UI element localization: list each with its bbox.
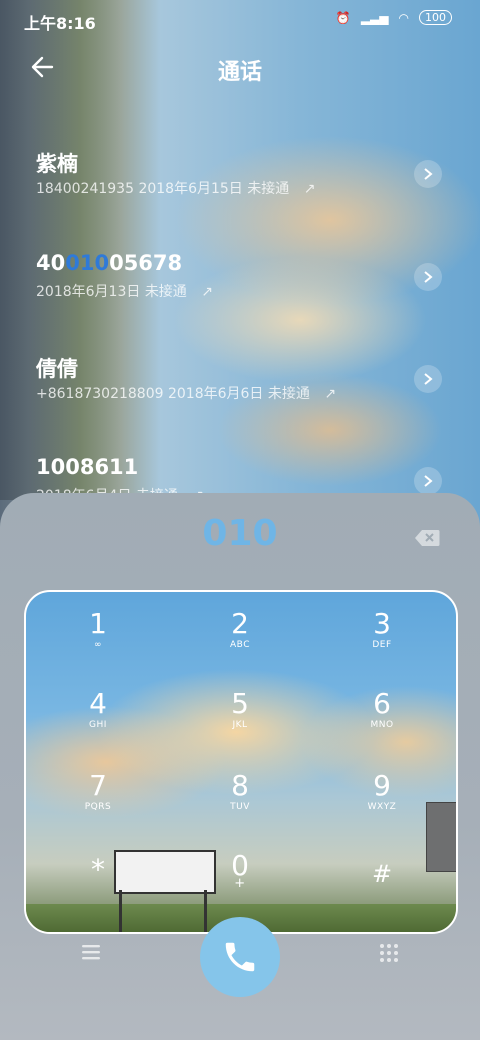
key-digit: # bbox=[371, 860, 393, 888]
dialpad: 1 ∞ 2 ABC 3 DEF 4 GHI 5 JKL 6 MNO 7 PQRS… bbox=[24, 590, 458, 934]
key-6[interactable]: 6 MNO bbox=[332, 688, 432, 768]
key-digit: 5 bbox=[231, 687, 249, 720]
voicemail-icon: ∞ bbox=[94, 640, 102, 650]
battery-indicator: 100 bbox=[419, 10, 452, 25]
key-letters: DEF bbox=[372, 640, 392, 650]
call-date: 2018年6月13日 bbox=[36, 284, 141, 300]
key-5[interactable]: 5 JKL bbox=[190, 688, 290, 768]
key-letters: TUV bbox=[230, 802, 250, 812]
status-icons: ⏰ ▂▃▅ ◠ 100 bbox=[336, 10, 452, 25]
key-letters: GHI bbox=[89, 720, 107, 730]
status-bar: 上午8:16 ⏰ ▂▃▅ ◠ 100 bbox=[24, 10, 452, 34]
dialed-number: 010 bbox=[202, 513, 278, 554]
key-digit: 7 bbox=[89, 769, 107, 802]
key-letters: PQRS bbox=[84, 802, 112, 812]
dialer-panel: 010 1 ∞ 2 ABC 3 DEF 4 GHI 5 JKL 6 MNO 7 … bbox=[0, 493, 480, 1040]
call-log-item[interactable]: 紫楠 18400241935 2018年6月15日 未接通 ↗ bbox=[0, 130, 480, 220]
status-time: 上午8:16 bbox=[24, 14, 96, 33]
call-status: 未接通 bbox=[144, 284, 187, 300]
dialpad-toggle-button[interactable] bbox=[379, 943, 399, 963]
detail-button[interactable] bbox=[414, 160, 442, 188]
call-date: 2018年6月15日 bbox=[138, 181, 243, 197]
key-letters: WXYZ bbox=[367, 802, 397, 812]
outgoing-arrow-icon: ↗ bbox=[303, 181, 316, 197]
menu-button[interactable] bbox=[80, 943, 102, 961]
signal-icon: ▂▃▅ bbox=[360, 10, 389, 25]
key-digit: 9 bbox=[373, 769, 391, 802]
key-2[interactable]: 2 ABC bbox=[190, 608, 290, 688]
detail-button[interactable] bbox=[414, 365, 442, 393]
header: 通话 bbox=[0, 52, 480, 88]
key-digit: 1 bbox=[89, 607, 107, 640]
call-date: 2018年6月6日 bbox=[167, 386, 264, 402]
key-digit: 2 bbox=[231, 607, 249, 640]
backspace-icon bbox=[415, 530, 440, 546]
outgoing-arrow-icon: ↗ bbox=[324, 386, 337, 402]
key-3[interactable]: 3 DEF bbox=[332, 608, 432, 688]
key-letters: MNO bbox=[370, 720, 394, 730]
call-details: 2018年6月13日 未接通 ↗ bbox=[36, 281, 213, 301]
chevron-right-icon bbox=[424, 168, 433, 180]
call-log-item[interactable]: 倩倩 +8618730218809 2018年6月6日 未接通 ↗ bbox=[0, 335, 480, 425]
key-digit: 3 bbox=[373, 607, 391, 640]
key-digit: * bbox=[91, 853, 105, 886]
contact-name: 4001005678 bbox=[36, 251, 183, 275]
key-9[interactable]: 9 WXYZ bbox=[332, 770, 432, 850]
key-8[interactable]: 8 TUV bbox=[190, 770, 290, 850]
key-7[interactable]: 7 PQRS bbox=[48, 770, 148, 850]
key-digit: 6 bbox=[373, 687, 391, 720]
phone-number: +8618730218809 bbox=[36, 386, 164, 402]
alarm-icon: ⏰ bbox=[335, 10, 351, 25]
backspace-button[interactable] bbox=[414, 529, 440, 547]
call-status: 未接通 bbox=[247, 181, 290, 197]
call-log-item[interactable]: 4001005678 2018年6月13日 未接通 ↗ bbox=[0, 233, 480, 323]
call-details: +8618730218809 2018年6月6日 未接通 ↗ bbox=[36, 383, 336, 403]
phone-icon bbox=[225, 942, 255, 972]
detail-button[interactable] bbox=[414, 467, 442, 495]
menu-icon bbox=[82, 945, 100, 960]
call-details: 18400241935 2018年6月15日 未接通 ↗ bbox=[36, 178, 315, 198]
dialpad-icon bbox=[380, 944, 398, 962]
key-digit: 4 bbox=[89, 687, 107, 720]
page-title: 通话 bbox=[217, 60, 262, 85]
call-button[interactable] bbox=[200, 917, 280, 997]
key-letters: + bbox=[234, 876, 246, 891]
call-status: 未接通 bbox=[267, 386, 310, 402]
key-letters: JKL bbox=[232, 720, 248, 730]
outgoing-arrow-icon: ↗ bbox=[201, 284, 213, 300]
chevron-right-icon bbox=[424, 271, 433, 283]
key-4[interactable]: 4 GHI bbox=[48, 688, 148, 768]
chevron-right-icon bbox=[424, 475, 433, 487]
chevron-right-icon bbox=[424, 373, 433, 385]
key-letters: ABC bbox=[230, 640, 250, 650]
contact-name: 倩倩 bbox=[36, 357, 78, 381]
contact-name: 1008611 bbox=[36, 455, 139, 479]
wifi-icon: ◠ bbox=[398, 10, 409, 25]
contact-name: 紫楠 bbox=[36, 152, 78, 176]
key-1[interactable]: 1 ∞ bbox=[48, 608, 148, 688]
dialer-bottom-bar bbox=[0, 913, 480, 1033]
detail-button[interactable] bbox=[414, 263, 442, 291]
key-digit: 8 bbox=[231, 769, 249, 802]
phone-number: 18400241935 bbox=[36, 181, 134, 197]
